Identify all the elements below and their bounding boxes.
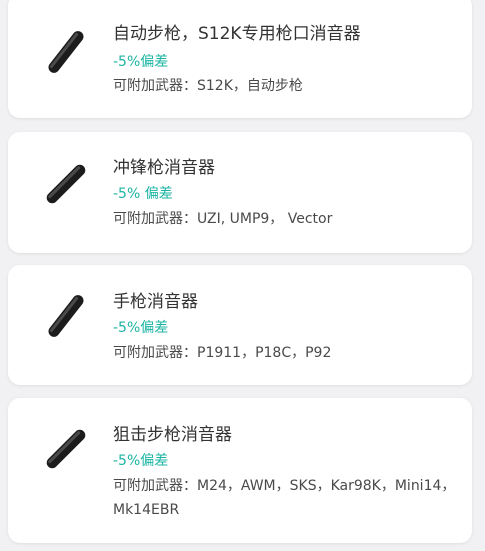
attachment-card[interactable]: 手枪消音器 -5%偏差 可附加武器：P1911，P18C，P92 (8, 265, 472, 385)
suppressor-icon (40, 290, 92, 342)
attachment-title: 狙击步枪消音器 (113, 425, 232, 445)
attachment-card[interactable]: 狙击步枪消音器 -5%偏差 可附加武器：M24，AWM，SKS，Kar98K，M… (8, 398, 472, 543)
deviation-text: -5%偏差 (113, 320, 169, 336)
deviation-text: -5% 偏差 (113, 186, 173, 202)
attachment-title: 冲锋枪消音器 (113, 158, 215, 178)
compatible-weapons: 可附加武器：UZI, UMP9， Vector (113, 211, 333, 227)
compatible-weapons: 可附加武器：S12K，自动步枪 (113, 78, 303, 94)
attachment-card[interactable]: 自动步枪，S12K专用枪口消音器 -5%偏差 可附加武器：S12K，自动步枪 (8, 0, 472, 118)
suppressor-icon (40, 26, 92, 78)
attachment-title: 手枪消音器 (113, 292, 198, 312)
deviation-text: -5%偏差 (113, 54, 169, 70)
suppressor-icon (40, 423, 92, 475)
deviation-text: -5%偏差 (113, 453, 169, 469)
suppressor-icon (40, 158, 92, 210)
compatible-weapons: 可附加武器：M24，AWM，SKS，Kar98K，Mini14，Mk14EBR (113, 478, 456, 518)
attachment-card[interactable]: 冲锋枪消音器 -5% 偏差 可附加武器：UZI, UMP9， Vector (8, 132, 472, 253)
compatible-weapons: 可附加武器：P1911，P18C，P92 (113, 345, 332, 361)
attachment-title: 自动步枪，S12K专用枪口消音器 (113, 24, 361, 44)
